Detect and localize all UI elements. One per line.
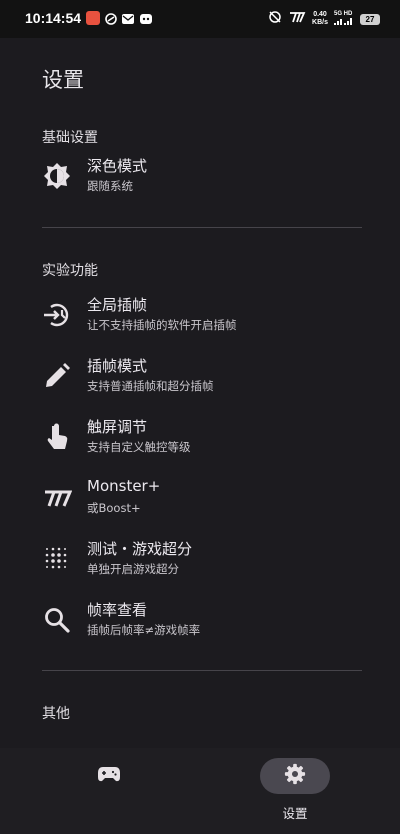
section-title-basic: 基础设置: [42, 130, 98, 146]
status-time: 10:14:54: [25, 10, 82, 26]
network-speed-value: 0.40: [313, 11, 327, 18]
touch-icon: [42, 422, 72, 452]
divider: [42, 670, 362, 671]
settings-item-subtitle: 插帧后帧率≠游戏帧率: [87, 623, 201, 637]
nav-item-games[interactable]: [74, 748, 144, 818]
nav-pill-active: [260, 758, 330, 794]
notification-sync-icon: [104, 11, 118, 25]
settings-item-touch-adjust[interactable]: 触屏调节 支持自定义触控等级: [0, 409, 400, 465]
settings-item-subtitle: 单独开启游戏超分: [87, 562, 179, 576]
settings-item-game-upscale[interactable]: 测试・游戏超分 单独开启游戏超分: [0, 531, 400, 587]
status-right-group: 0.40 KB/s 5G HD 27: [268, 9, 380, 29]
settings-item-title: 触屏调节: [87, 418, 148, 436]
signal-type: 5G HD: [334, 10, 353, 17]
nav-item-settings[interactable]: 设置: [260, 748, 330, 821]
status-bar: 10:14:54 0.40 KB/s 5G HD 27: [0, 0, 400, 38]
gamepad-icon: [97, 765, 121, 787]
signal-bars-icon: [334, 17, 352, 25]
settings-item-title: Monster+: [87, 477, 161, 495]
settings-item-subtitle: 跟随系统: [87, 179, 133, 193]
battery-indicator: 27: [360, 13, 380, 25]
settings-item-monster[interactable]: Monster+ 或Boost+: [0, 470, 400, 526]
notification-chat-icon: [139, 11, 153, 25]
search-icon: [42, 605, 72, 635]
settings-item-subtitle: 支持自定义触控等级: [87, 440, 191, 454]
settings-item-subtitle: 让不支持插帧的软件开启插帧: [87, 318, 237, 332]
brightness-icon: [42, 161, 72, 191]
settings-item-title: 深色模式: [87, 157, 148, 175]
settings-item-subtitle: 或Boost+: [87, 501, 141, 515]
bottom-navigation: 设置: [0, 748, 400, 834]
settings-item-title: 插帧模式: [87, 357, 148, 375]
settings-item-frame-rate[interactable]: 帧率查看 插帧后帧率≠游戏帧率: [0, 592, 400, 648]
gear-icon: [284, 763, 306, 789]
monster-status-icon: [288, 10, 306, 28]
network-speed: 0.40 KB/s: [312, 11, 328, 27]
divider: [42, 227, 362, 228]
page-title: 设置: [42, 68, 84, 92]
settings-item-global-frame[interactable]: 全局插帧 让不支持插帧的软件开启插帧: [0, 287, 400, 343]
signal-indicator: 5G HD: [334, 11, 354, 28]
settings-item-title: 测试・游戏超分: [87, 540, 193, 558]
settings-item-dark-mode[interactable]: 深色模式 跟随系统: [0, 148, 400, 204]
pencil-icon: [42, 361, 72, 391]
settings-item-subtitle: 支持普通插帧和超分插帧: [87, 379, 214, 393]
section-title-experimental: 实验功能: [42, 263, 98, 279]
network-speed-unit: KB/s: [312, 19, 328, 26]
no-alarm-icon: [268, 10, 282, 29]
nav-pill: [74, 758, 144, 794]
global-frame-icon: [42, 300, 72, 330]
monster-icon: [42, 483, 72, 513]
section-title-other: 其他: [42, 706, 70, 722]
notification-mail-icon: [121, 11, 135, 25]
notification-app-icon: [86, 11, 100, 25]
settings-item-frame-mode[interactable]: 插帧模式 支持普通插帧和超分插帧: [0, 348, 400, 404]
dots-grid-icon: [42, 544, 72, 574]
settings-item-title: 帧率查看: [87, 601, 148, 619]
nav-label: 设置: [282, 806, 308, 821]
settings-item-title: 全局插帧: [87, 296, 148, 314]
